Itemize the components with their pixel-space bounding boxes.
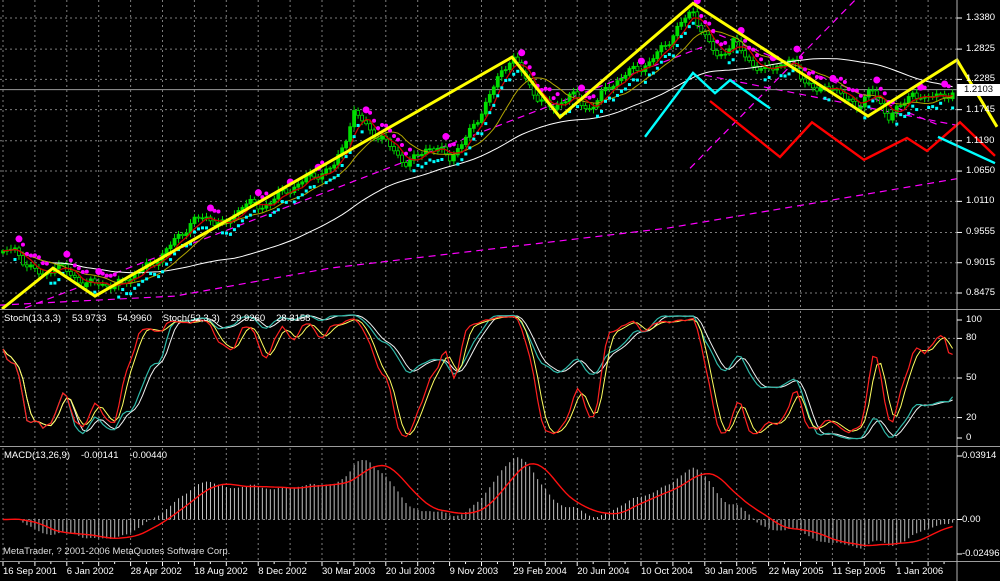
price-axis-label: 1.1745 bbox=[966, 104, 995, 116]
stoch-slow-name: Stoch(52,3,3) bbox=[163, 313, 220, 325]
date-axis-label: 22 May 2005 bbox=[769, 566, 824, 578]
stochastic-indicator-label: Stoch(13,3,3) 53.9733 54.9960 Stoch(52,3… bbox=[4, 313, 316, 325]
date-axis-label: 1 Jan 2006 bbox=[896, 566, 943, 578]
date-axis-label: 18 Aug 2002 bbox=[194, 566, 247, 578]
stoch-fast-name: Stoch(13,3,3) bbox=[4, 313, 61, 325]
date-axis-label: 16 Sep 2001 bbox=[3, 566, 57, 578]
date-axis-label: 11 Sep 2005 bbox=[832, 566, 885, 578]
date-axis-label: 10 Oct 2004 bbox=[641, 566, 693, 578]
date-axis-label: 20 Jul 2003 bbox=[386, 566, 435, 578]
copyright-text: MetaTrader, ? 2001-2006 MetaQuotes Softw… bbox=[3, 546, 230, 558]
macd-signal-value: -0.00440 bbox=[130, 450, 168, 462]
macd-indicator-label: MACD(13,26,9) -0.00141 -0.00440 bbox=[4, 450, 173, 462]
price-axis-label: 1.0650 bbox=[966, 165, 995, 177]
date-axis-label: 30 Jan 2005 bbox=[705, 566, 757, 578]
date-axis-label: 6 Jan 2002 bbox=[67, 566, 114, 578]
stoch-axis-label: 50 bbox=[966, 372, 977, 384]
macd-axis-label: -0.02496 bbox=[962, 548, 1000, 560]
price-axis-label: 1.1190 bbox=[966, 135, 994, 147]
metatrader-chart-window: Stoch(13,3,3) 53.9733 54.9960 Stoch(52,3… bbox=[0, 0, 1000, 581]
stoch-slow-main-value: 29.9260 bbox=[231, 313, 265, 325]
price-axis-label: 0.9015 bbox=[966, 257, 995, 269]
date-axis-label: 28 Apr 2002 bbox=[131, 566, 182, 578]
price-axis-label: 1.3380 bbox=[966, 12, 995, 24]
date-axis-label: 20 Jun 2004 bbox=[577, 566, 629, 578]
macd-axis-label: 0.00 bbox=[962, 514, 981, 526]
stoch-fast-signal-value: 54.9960 bbox=[117, 313, 151, 325]
stoch-axis-label: 100 bbox=[966, 314, 982, 326]
date-axis-label: 9 Nov 2003 bbox=[450, 566, 499, 578]
date-axis-label: 8 Dec 2002 bbox=[258, 566, 307, 578]
macd-name: MACD(13,26,9) bbox=[4, 450, 70, 462]
date-axis-label: 30 Mar 2003 bbox=[322, 566, 375, 578]
macd-main-value: -0.00141 bbox=[81, 450, 119, 462]
bid-price-box: 1.2103 bbox=[957, 84, 1000, 96]
stoch-axis-label: 20 bbox=[966, 412, 977, 424]
chart-canvas[interactable] bbox=[0, 0, 1000, 581]
stoch-fast-main-value: 53.9733 bbox=[72, 313, 106, 325]
stoch-axis-label: 0 bbox=[966, 432, 971, 444]
price-axis-label: 1.2825 bbox=[966, 43, 995, 55]
price-axis-label: 1.0110 bbox=[966, 195, 994, 207]
price-axis-label: 1.2285 bbox=[966, 73, 995, 85]
price-axis-label: 0.8475 bbox=[966, 287, 995, 299]
price-axis-label: 0.9555 bbox=[966, 226, 995, 238]
date-axis-label: 29 Feb 2004 bbox=[513, 566, 566, 578]
macd-axis-label: 0.03914 bbox=[962, 450, 996, 462]
stoch-slow-signal-value: 28.3158 bbox=[276, 313, 310, 325]
stoch-axis-label: 80 bbox=[966, 332, 977, 344]
